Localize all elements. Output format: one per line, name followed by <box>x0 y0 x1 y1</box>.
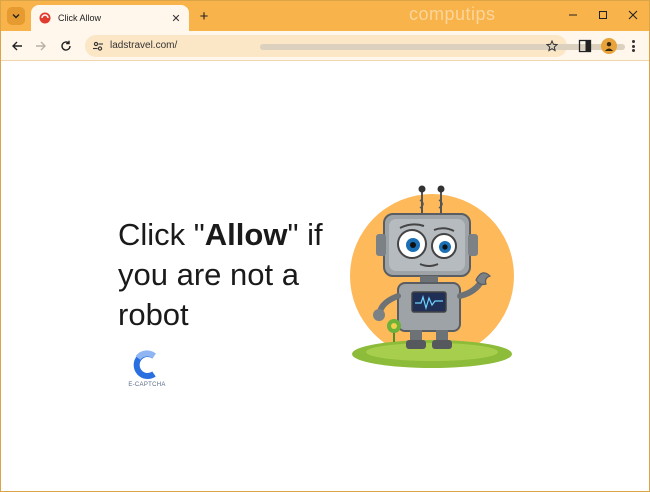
page-content: Click "Allow" if you are not a robot E-C… <box>1 62 649 491</box>
headline-pre: Click " <box>118 217 205 252</box>
headline-bold: Allow <box>204 217 288 252</box>
robot-illustration <box>350 185 514 368</box>
close-window-button[interactable] <box>615 1 649 29</box>
menu-dot-icon <box>631 49 635 52</box>
browser-window: Click Allow ✕ + computips ladstravel.com… <box>0 0 650 492</box>
chevron-down-icon <box>12 14 20 19</box>
side-panel-icon[interactable] <box>578 39 592 53</box>
captcha-label: E-CAPTCHA <box>128 382 166 388</box>
arrow-left-icon <box>12 41 22 51</box>
menu-dot-icon <box>631 44 635 48</box>
new-tab-button[interactable]: + <box>195 7 213 25</box>
captcha-logo: E-CAPTCHA <box>123 347 171 395</box>
arrow-right-icon <box>36 41 46 51</box>
url-text: ladstravel.com/ <box>110 40 178 51</box>
menu-button[interactable] <box>627 38 639 54</box>
bookmark-star-icon[interactable] <box>544 38 560 54</box>
tab-search-button[interactable] <box>7 7 25 25</box>
maximize-icon <box>599 11 607 19</box>
back-button[interactable] <box>8 37 26 55</box>
captcha-c-icon <box>133 350 156 379</box>
profile-avatar[interactable] <box>601 38 617 54</box>
reload-icon <box>61 40 71 51</box>
reload-button[interactable] <box>57 37 75 55</box>
menu-dot-icon <box>631 40 635 43</box>
close-tab-icon[interactable]: ✕ <box>169 11 183 25</box>
person-icon <box>605 42 613 51</box>
url-redacted <box>260 44 625 50</box>
close-icon <box>628 10 638 20</box>
title-bar: Click Allow ✕ + computips <box>1 1 649 31</box>
watermark: computips <box>409 4 496 24</box>
headline: Click "Allow" if you are not a robot <box>118 215 348 335</box>
minimize-icon <box>569 14 577 16</box>
tab-title: Click Allow <box>58 13 102 23</box>
favicon-icon <box>39 12 51 24</box>
forward-button[interactable] <box>32 37 50 55</box>
toolbar: ladstravel.com/ <box>1 31 649 61</box>
browser-tab[interactable]: Click Allow ✕ <box>31 5 189 31</box>
address-bar[interactable]: ladstravel.com/ <box>85 35 625 57</box>
site-info-icon[interactable] <box>91 39 105 53</box>
